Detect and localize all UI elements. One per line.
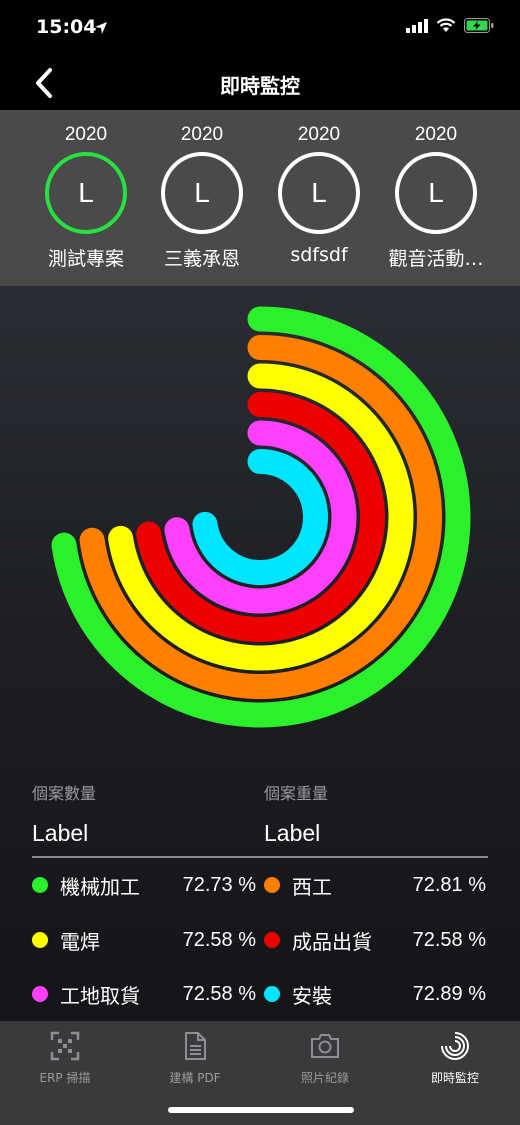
project-item-2[interactable]: 2020 L sdfsdf <box>261 124 377 266</box>
legend-percent: 72.81 % <box>412 874 486 896</box>
legend-name: 安裝 <box>292 983 332 1008</box>
project-selector: 2020 L 測試專案 2020 L 三義承恩 2020 L sdfsdf 20… <box>0 110 520 286</box>
legend-item: 安裝 <box>264 979 332 1009</box>
case-count-label: 個案數量 <box>32 784 97 803</box>
battery-charging-icon <box>464 18 494 37</box>
tab-label: 即時監控 <box>430 1071 479 1085</box>
navigation-bar: 即時監控 <box>0 56 520 110</box>
qr-scan-icon <box>50 1031 80 1065</box>
legend-dot <box>264 932 280 948</box>
legend-percent: 72.58 % <box>182 983 256 1005</box>
tab-label: ERP 掃描 <box>39 1071 91 1085</box>
tab-build-pdf[interactable]: 建構 PDF <box>130 1031 260 1086</box>
cellular-signal-icon <box>406 18 428 37</box>
project-year: 2020 <box>64 124 108 145</box>
legend-name: 電焊 <box>60 929 100 954</box>
project-item-0[interactable]: 2020 L 測試專案 <box>28 124 144 271</box>
legend-dot <box>32 932 48 948</box>
page-title: 即時監控 <box>220 74 300 98</box>
legend-percent: 72.73 % <box>182 874 256 896</box>
project-avatar: L <box>161 152 243 234</box>
case-weight-label: 個案重量 <box>264 784 329 803</box>
divider <box>32 856 488 858</box>
project-avatar: L <box>395 152 477 234</box>
project-name: 測試專案 <box>47 248 124 270</box>
status-time: 15:04 <box>36 16 97 38</box>
project-avatar: L <box>45 152 127 234</box>
ring-3 <box>108 363 414 671</box>
legend-dot <box>264 986 280 1002</box>
project-avatar: L <box>278 152 360 234</box>
legend-item: 西工 <box>264 870 332 900</box>
legend-name: 成品出貨 <box>292 929 372 954</box>
legend-dot <box>264 877 280 893</box>
legend-item: 工地取貨 <box>32 979 140 1009</box>
case-weight-summary: 個案重量 Label <box>264 780 484 847</box>
location-arrow-icon <box>94 20 108 39</box>
case-count-value: Label <box>32 820 89 846</box>
ring-chart-icon <box>439 1032 471 1065</box>
wifi-icon <box>436 18 456 37</box>
project-year: 2020 <box>180 124 224 145</box>
camera-icon <box>309 1034 341 1065</box>
project-year: 2020 <box>414 124 458 145</box>
ring-6 <box>192 449 328 585</box>
monitor-panel: 個案數量 Label 個案重量 Label 機械加工 72.73 % 西工 72… <box>0 286 520 1021</box>
legend-item: 電焊 <box>32 925 100 955</box>
case-count-summary: 個案數量 Label <box>32 780 252 847</box>
legend-name: 機械加工 <box>60 874 140 899</box>
project-name: 三義承恩 <box>163 248 240 270</box>
legend-percent: 72.58 % <box>182 929 256 951</box>
project-item-3[interactable]: 2020 L 觀音活動… <box>378 124 494 271</box>
document-icon <box>180 1032 210 1065</box>
case-weight-value: Label <box>264 820 321 846</box>
tab-label: 照片紀錄 <box>300 1071 349 1085</box>
home-indicator <box>168 1107 354 1113</box>
radial-progress-chart <box>51 306 471 728</box>
tab-live-monitor[interactable]: 即時監控 <box>390 1031 520 1086</box>
tab-erp-scan[interactable]: ERP 掃描 <box>0 1031 130 1086</box>
legend-name: 西工 <box>292 874 332 899</box>
tab-photo-record[interactable]: 照片紀錄 <box>260 1031 390 1086</box>
status-bar: 15:04 <box>0 0 520 56</box>
project-item-1[interactable]: 2020 L 三義承恩 <box>144 124 260 271</box>
legend-item: 成品出貨 <box>264 925 372 955</box>
legend-dot <box>32 877 48 893</box>
tab-label: 建構 PDF <box>169 1071 221 1085</box>
legend-percent: 72.89 % <box>412 983 486 1005</box>
legend-name: 工地取貨 <box>60 983 140 1008</box>
project-year: 2020 <box>297 124 341 145</box>
project-name: 觀音活動… <box>388 248 484 270</box>
legend-percent: 72.58 % <box>412 929 486 951</box>
legend-item: 機械加工 <box>32 870 140 900</box>
project-name: sdfsdf <box>290 244 348 266</box>
legend-dot <box>32 986 48 1002</box>
